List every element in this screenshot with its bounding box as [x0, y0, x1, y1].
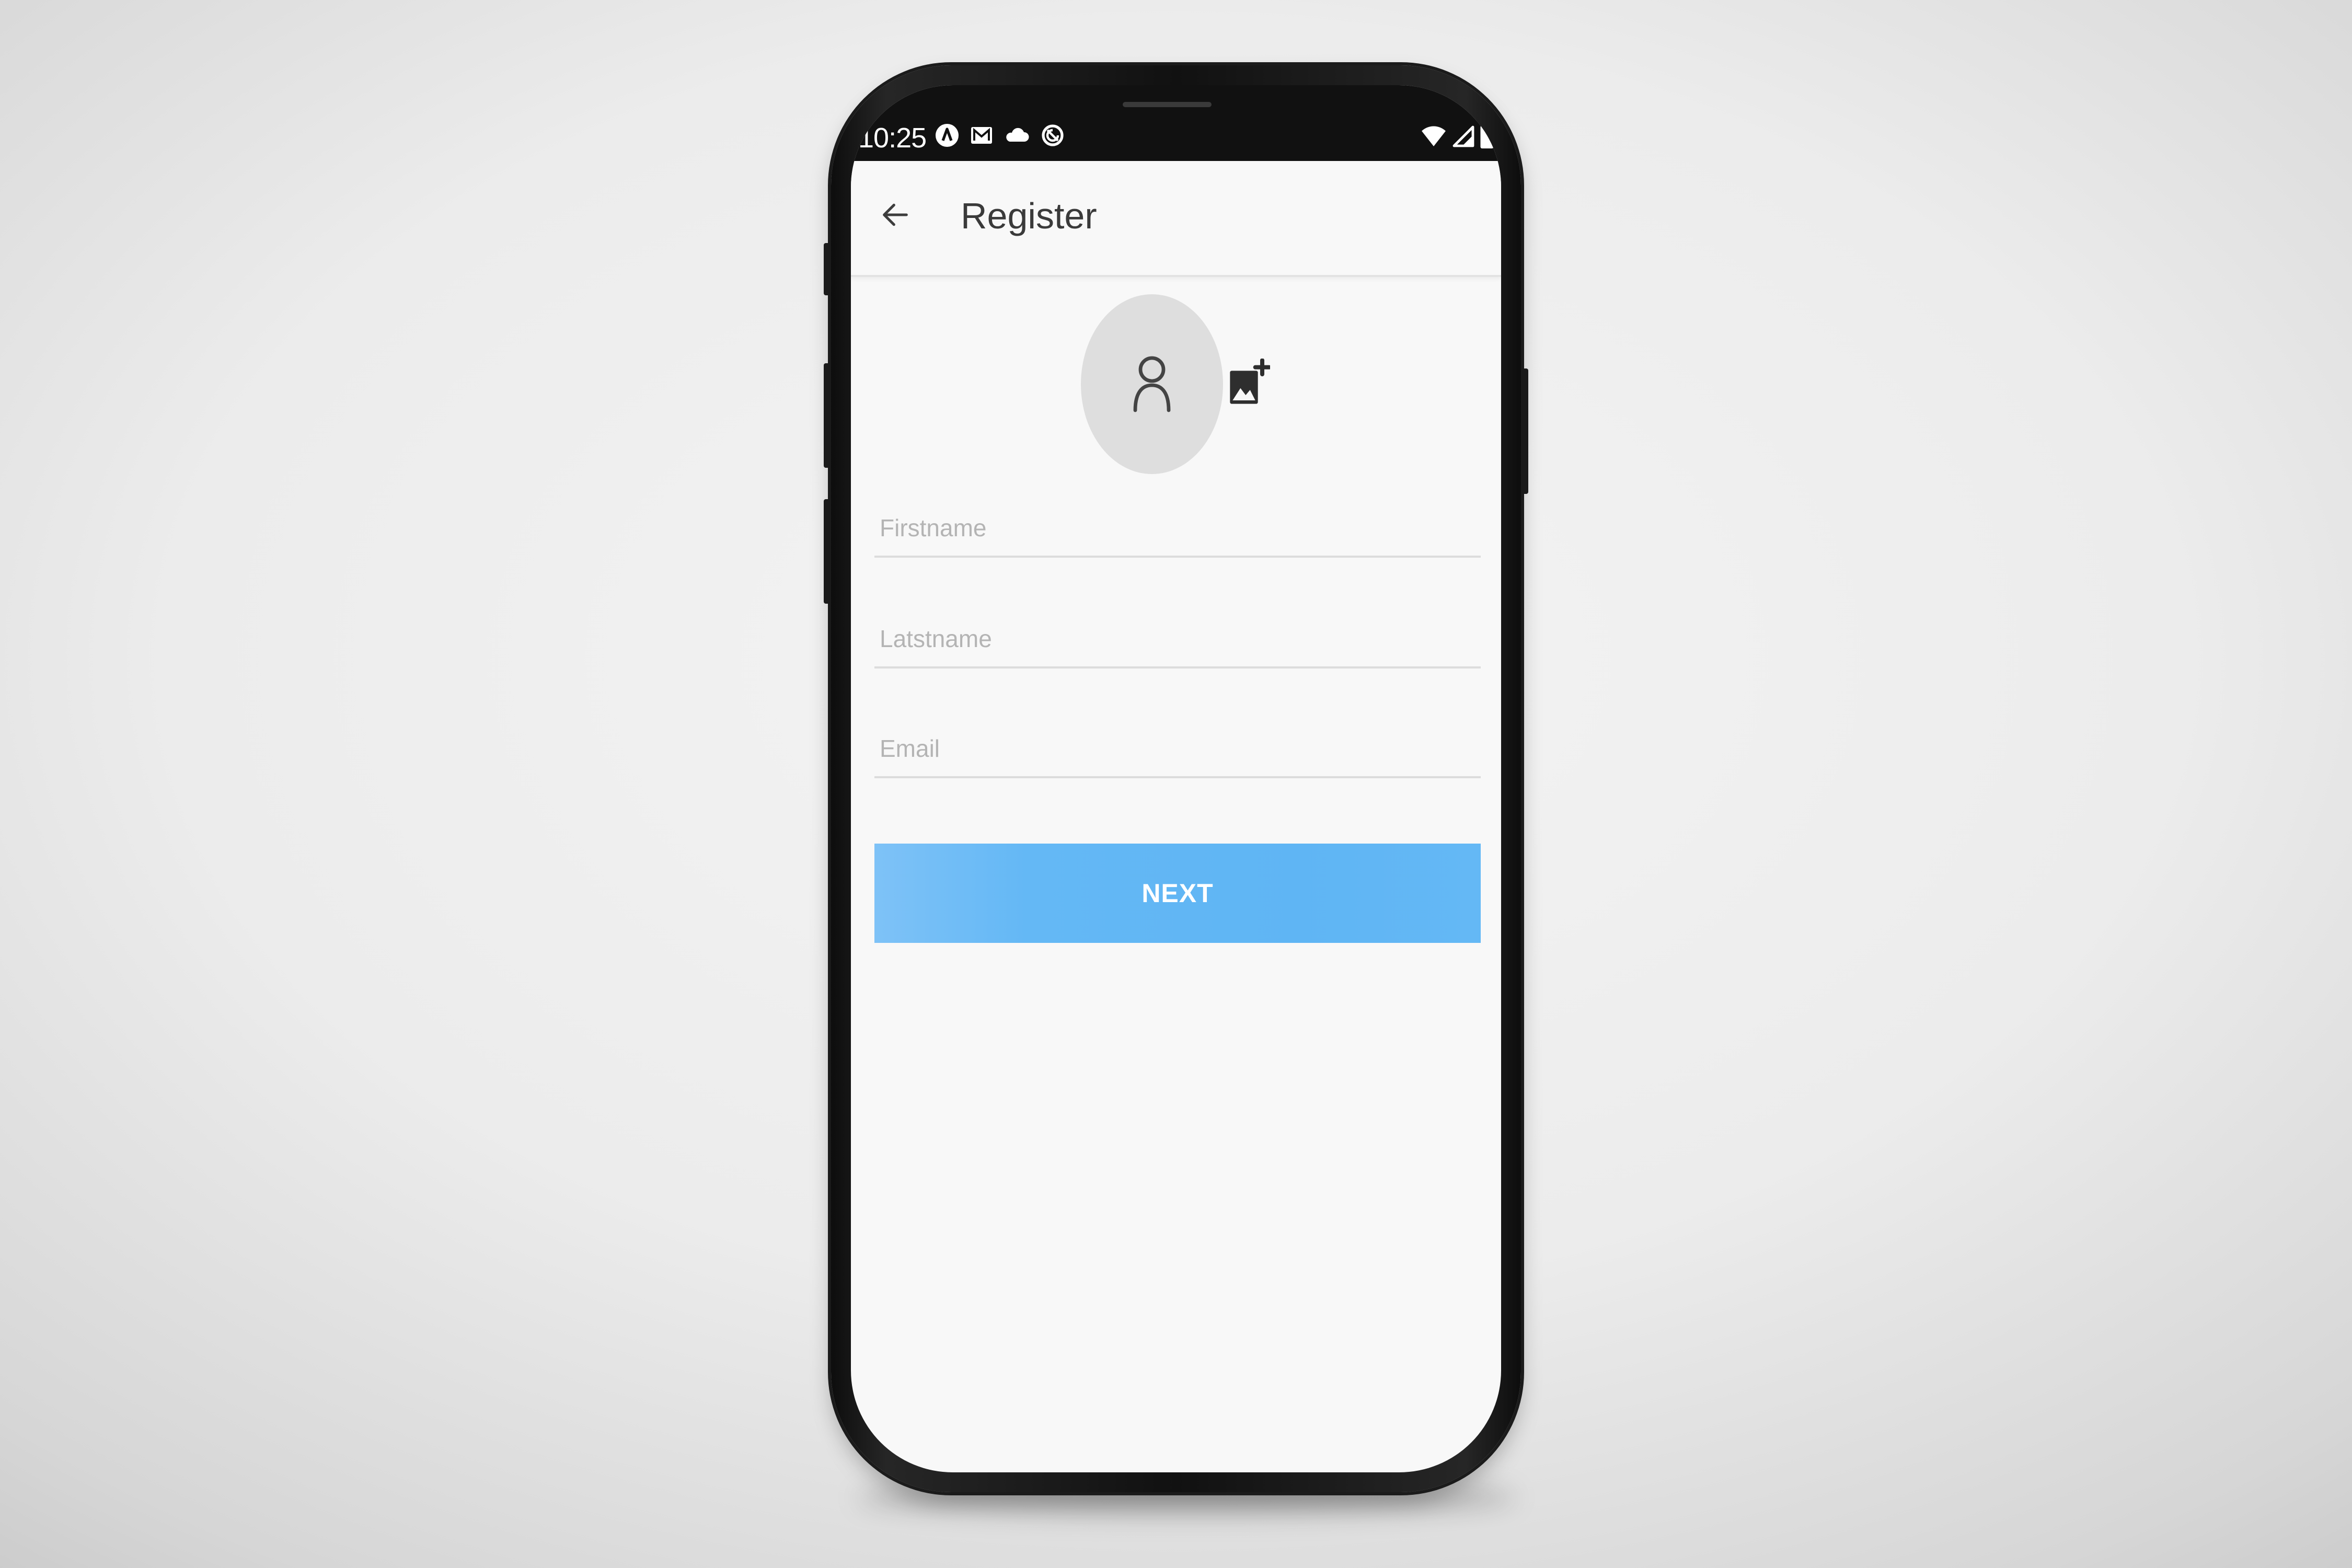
signal-icon: [1452, 123, 1475, 150]
email-field: [874, 713, 1481, 778]
sync-icon: [1040, 123, 1065, 151]
next-button[interactable]: NEXT: [874, 844, 1481, 943]
phone-side-button: [824, 243, 830, 295]
phone-side-button: [824, 363, 830, 468]
mail-icon: [969, 123, 994, 151]
add-photo-button[interactable]: [1228, 358, 1272, 408]
app-screen: 10:25 Register Firstname Latstname Email…: [851, 85, 1501, 1472]
person-icon: [1131, 352, 1173, 417]
status-time: 10:25: [858, 122, 927, 154]
firstname-field: [874, 493, 1481, 558]
cloud-icon: [1004, 123, 1031, 151]
status-system-icons: [1421, 122, 1494, 151]
app-bar: Register: [851, 161, 1501, 277]
status-bar: 10:25: [851, 85, 1501, 161]
battery-icon: [1480, 122, 1494, 151]
lastname-field: [874, 604, 1481, 668]
phone-side-button: [1522, 368, 1528, 494]
earpiece-speaker: [1123, 102, 1212, 107]
email-input[interactable]: [874, 725, 1481, 772]
phone-side-button: [824, 499, 830, 604]
app-notification-icon: [935, 123, 960, 151]
phone-device: 10:25 Register Firstname Latstname Email…: [824, 65, 1528, 1492]
back-button[interactable]: [872, 192, 919, 239]
page-title: Register: [961, 195, 1097, 236]
add-photo-icon: [1228, 358, 1272, 408]
firstname-input[interactable]: [874, 504, 1481, 551]
lastname-input[interactable]: [874, 615, 1481, 662]
wifi-icon: [1421, 123, 1447, 150]
arrow-back-icon: [879, 198, 912, 234]
profile-avatar[interactable]: [1081, 294, 1223, 474]
status-notification-icons: [935, 122, 1065, 151]
